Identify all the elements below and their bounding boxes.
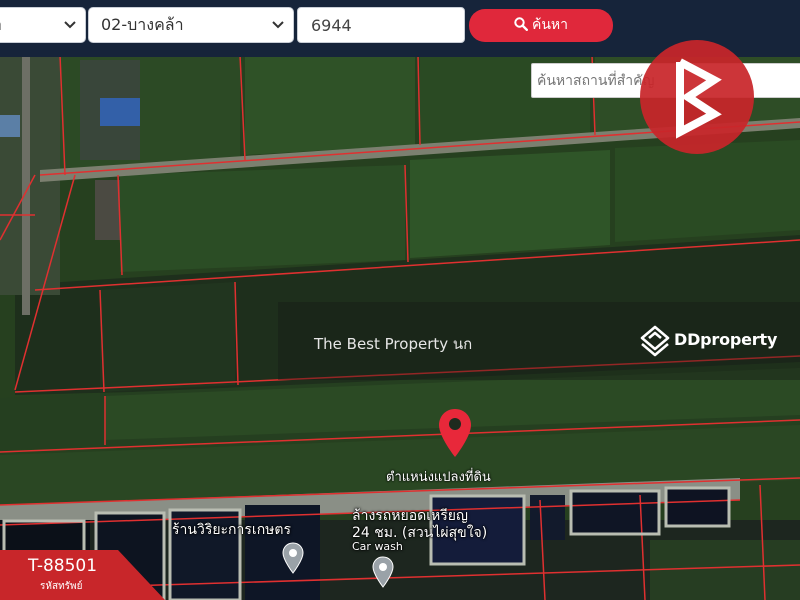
poi-label[interactable]: ร้านวิริยะการเกษตร [172, 519, 291, 541]
brand-logo [640, 40, 754, 154]
place-pin-icon[interactable] [282, 542, 304, 574]
property-code: T-88501 [28, 556, 98, 576]
map-pin-icon[interactable] [437, 407, 473, 461]
search-button[interactable]: ค้นหา [469, 9, 613, 42]
province-select[interactable]: า [0, 7, 86, 43]
watermark-text: The Best Property นก [314, 335, 473, 353]
ddproperty-logo-icon [640, 325, 670, 357]
ddproperty-brand: DDproperty [674, 330, 778, 349]
property-code-caption: รหัสทรัพย์ [40, 581, 83, 592]
parcel-code-input[interactable] [297, 7, 465, 43]
search-button-label: ค้นหา [531, 17, 569, 33]
chevron-down-icon [272, 21, 284, 29]
place-pin-icon[interactable] [372, 556, 394, 588]
search-icon [514, 17, 528, 32]
land-marker-label: ตำแหน่งแปลงที่ดิน [386, 470, 491, 485]
chevron-down-icon [64, 21, 76, 29]
district-select-value: 02-บางคล้า [101, 15, 184, 34]
poi-label-line3: Car wash [352, 540, 403, 553]
district-select[interactable]: 02-บางคล้า [88, 7, 294, 43]
province-select-value: า [0, 15, 2, 34]
brand-logo-icon [676, 58, 722, 139]
